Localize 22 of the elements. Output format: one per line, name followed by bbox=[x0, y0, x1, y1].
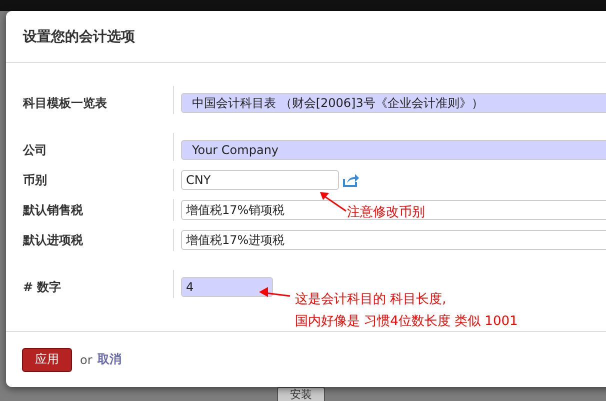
input-field[interactable]: 4 bbox=[181, 277, 273, 297]
or-text: or bbox=[80, 352, 92, 366]
cancel-link[interactable]: 取消 bbox=[97, 351, 122, 368]
arrow-icon bbox=[318, 190, 348, 214]
dialog-title: 设置您的会计选项 bbox=[23, 28, 135, 46]
field-label: 默认销售税 bbox=[22, 202, 84, 218]
field-label: 公司 bbox=[22, 142, 48, 158]
apply-button[interactable]: 应用 bbox=[22, 348, 72, 372]
field-label: 默认进项税 bbox=[22, 232, 84, 248]
arrow-icon bbox=[258, 286, 292, 300]
input-field[interactable]: 增值税17%进项税 bbox=[181, 230, 606, 250]
input-field[interactable]: Your Company bbox=[181, 140, 606, 160]
field-label: 币别 bbox=[22, 172, 48, 188]
annotation-text: 这是会计科目的 科目长度, bbox=[295, 291, 448, 309]
input-field[interactable]: CNY bbox=[181, 170, 339, 190]
annotation-text: 注意修改币别 bbox=[347, 204, 425, 222]
annotation-text: 国内好像是 习惯4位数长度 类似 1001 bbox=[295, 313, 518, 331]
install-button[interactable]: 安装 bbox=[277, 387, 325, 401]
field-label: # 数字 bbox=[22, 278, 62, 296]
field-label: 科目模板一览表 bbox=[22, 94, 108, 112]
external-link-icon[interactable] bbox=[343, 173, 359, 187]
input-field[interactable]: 中国会计科目表 （财会[2006]3号《企业会计准则》） bbox=[181, 93, 606, 113]
